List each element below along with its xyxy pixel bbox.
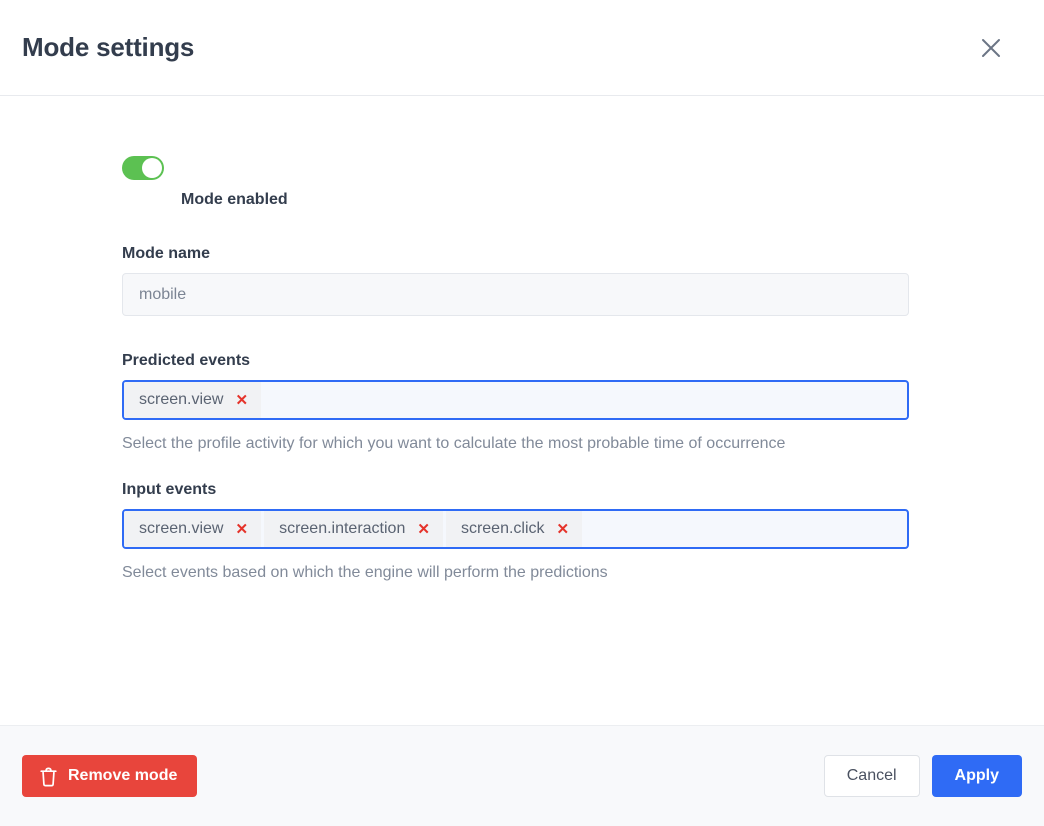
predicted-events-label: Predicted events <box>122 352 910 370</box>
mode-enabled-label: Mode enabled <box>181 191 910 209</box>
footer-actions: Cancel Apply <box>824 755 1022 797</box>
dialog-footer: Remove mode Cancel Apply <box>0 725 1044 826</box>
settings-form: Mode enabled Mode name Predicted events … <box>0 96 910 584</box>
remove-tag-icon[interactable]: ✕ <box>417 522 430 537</box>
tag-chip[interactable]: screen.click ✕ <box>446 511 582 547</box>
tag-label: screen.view <box>139 391 235 409</box>
input-events-helper: Select events based on which the engine … <box>122 561 822 584</box>
page-title: Mode settings <box>22 32 194 63</box>
mode-enabled-group: Mode enabled <box>122 156 910 209</box>
input-events-tags-input[interactable]: screen.view ✕ screen.interaction ✕ scree… <box>122 509 909 549</box>
apply-button[interactable]: Apply <box>932 755 1022 797</box>
predicted-events-tags-input[interactable]: screen.view ✕ <box>122 380 909 420</box>
tag-label: screen.click <box>461 520 557 538</box>
remove-tag-icon[interactable]: ✕ <box>557 522 570 537</box>
close-button[interactable] <box>969 26 1013 70</box>
remove-tag-icon[interactable]: ✕ <box>235 393 248 408</box>
remove-mode-label: Remove mode <box>68 767 177 785</box>
dialog-header: Mode settings <box>0 0 1044 96</box>
tag-chip[interactable]: screen.interaction ✕ <box>264 511 443 547</box>
remove-mode-button[interactable]: Remove mode <box>22 755 197 797</box>
toggle-knob <box>142 158 162 178</box>
mode-enabled-toggle[interactable] <box>122 156 164 180</box>
predicted-events-helper: Select the profile activity for which yo… <box>122 432 822 455</box>
tag-label: screen.interaction <box>279 520 417 538</box>
mode-name-label: Mode name <box>122 245 910 263</box>
mode-name-group: Mode name <box>122 245 910 316</box>
input-events-label: Input events <box>122 481 910 499</box>
close-icon <box>980 37 1002 59</box>
mode-settings-dialog: Mode settings Mode enabled Mode name <box>0 0 1044 826</box>
dialog-body: Mode enabled Mode name Predicted events … <box>0 96 1044 725</box>
tag-chip[interactable]: screen.view ✕ <box>124 382 261 418</box>
trash-icon <box>39 766 58 787</box>
tag-label: screen.view <box>139 520 235 538</box>
input-events-group: Input events screen.view ✕ screen.intera… <box>122 481 910 584</box>
predicted-events-group: Predicted events screen.view ✕ Select th… <box>122 352 910 455</box>
cancel-button[interactable]: Cancel <box>824 755 920 797</box>
remove-tag-icon[interactable]: ✕ <box>235 522 248 537</box>
mode-name-input[interactable] <box>122 273 909 316</box>
tag-chip[interactable]: screen.view ✕ <box>124 511 261 547</box>
